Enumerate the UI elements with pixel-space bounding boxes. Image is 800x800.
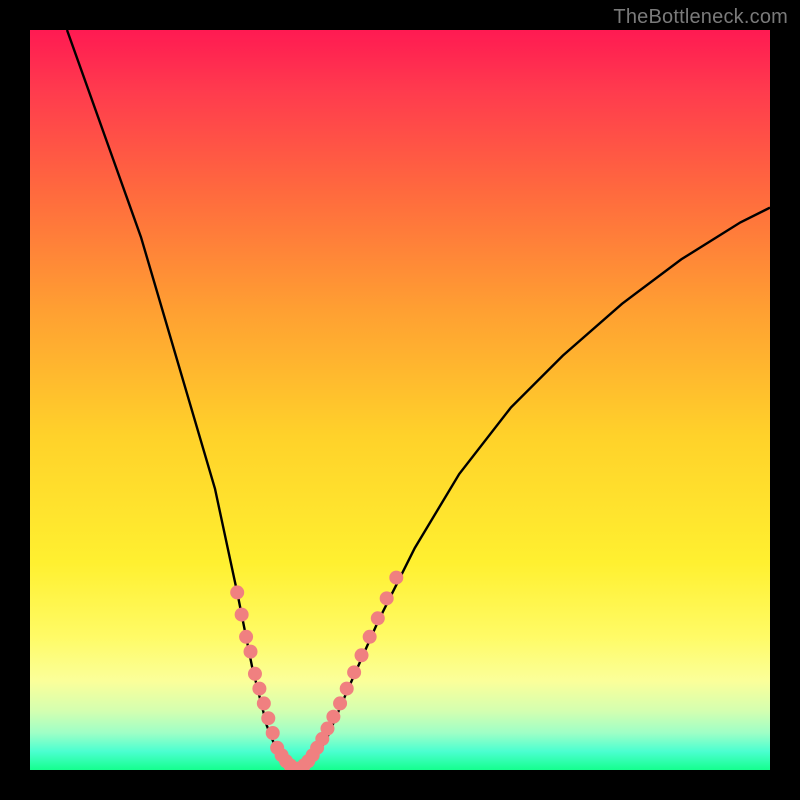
data-point [297,759,311,770]
data-point [326,710,340,724]
data-point [283,759,297,770]
data-point [275,748,289,762]
data-point [320,722,334,736]
chart-plot-area [30,30,770,770]
data-point [244,645,258,659]
data-point [266,726,280,740]
data-point [239,630,253,644]
data-point [252,682,266,696]
data-point [389,571,403,585]
data-point [363,630,377,644]
data-point [340,682,354,696]
data-point [292,762,306,770]
watermark-label: TheBottleneck.com [613,6,788,29]
data-point [355,648,369,662]
data-point [371,611,385,625]
data-point [270,741,284,755]
data-point [306,748,320,762]
data-point [333,696,347,710]
data-point [347,665,361,679]
data-point [248,667,262,681]
data-point [261,711,275,725]
scatter-points [30,30,770,770]
bottleneck-curve [30,30,770,770]
data-point [235,608,249,622]
data-point [315,732,329,746]
data-point [279,754,293,768]
data-point [257,696,271,710]
data-point [310,741,324,755]
data-point [288,762,302,770]
data-point [301,754,315,768]
data-point [380,591,394,605]
chart-stage: TheBottleneck.com [0,0,800,800]
data-point [230,585,244,599]
